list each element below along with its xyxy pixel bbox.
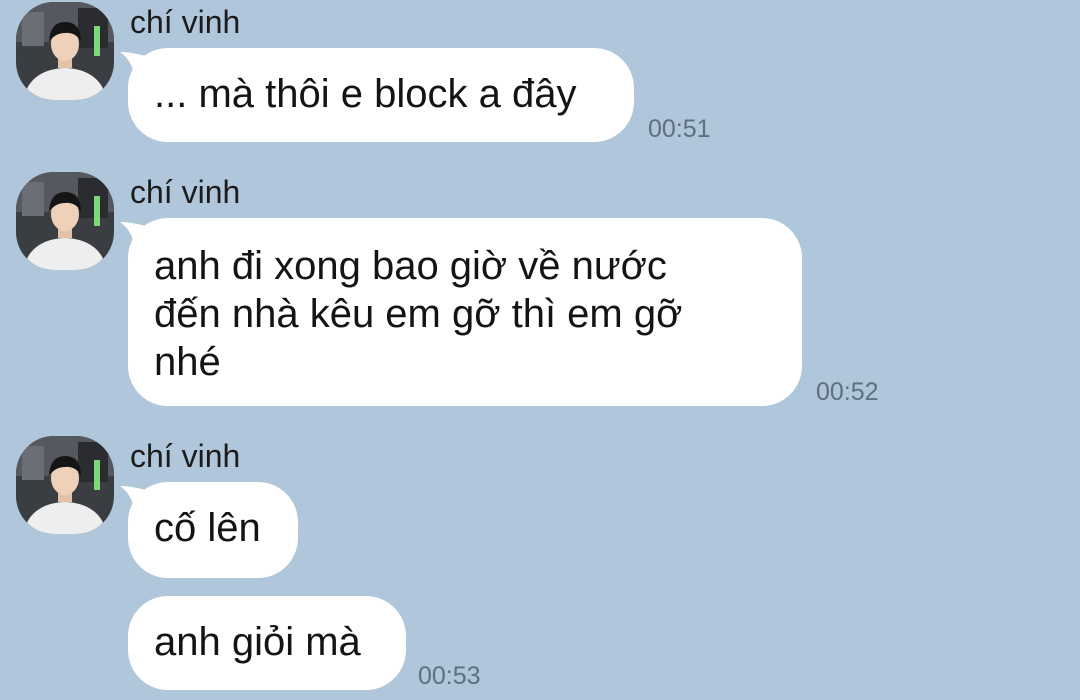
message-text: anh giỏi mà	[154, 620, 361, 664]
sender-avatar[interactable]	[16, 2, 114, 100]
message-text-line: anh đi xong bao giờ về nước	[154, 244, 667, 288]
chat-thread: chí vinh ... mà thôi e block a đây 00:51…	[0, 0, 1080, 700]
user-photo-icon	[16, 2, 114, 100]
message-bubble[interactable]: anh đi xong bao giờ về nước đến nhà kêu …	[128, 218, 802, 406]
sender-avatar[interactable]	[16, 172, 114, 270]
sender-name: chí vinh	[130, 438, 241, 474]
message-text-line: nhé	[154, 340, 221, 384]
message-timestamp: 00:53	[418, 662, 481, 690]
message-bubble[interactable]: anh giỏi mà	[128, 596, 406, 690]
message-text-line: đến nhà kêu em gỡ thì em gỡ	[154, 292, 683, 336]
message-timestamp: 00:51	[648, 115, 711, 143]
user-photo-icon	[16, 436, 114, 534]
message-timestamp: 00:52	[816, 378, 879, 406]
sender-avatar[interactable]	[16, 436, 114, 534]
user-photo-icon	[16, 172, 114, 270]
message-text: cố lên	[154, 506, 261, 550]
message-bubble[interactable]: ... mà thôi e block a đây	[128, 48, 634, 142]
message-bubble[interactable]: cố lên	[128, 482, 298, 578]
sender-name: chí vinh	[130, 4, 241, 40]
message-text: ... mà thôi e block a đây	[154, 72, 577, 116]
sender-name: chí vinh	[130, 174, 241, 210]
